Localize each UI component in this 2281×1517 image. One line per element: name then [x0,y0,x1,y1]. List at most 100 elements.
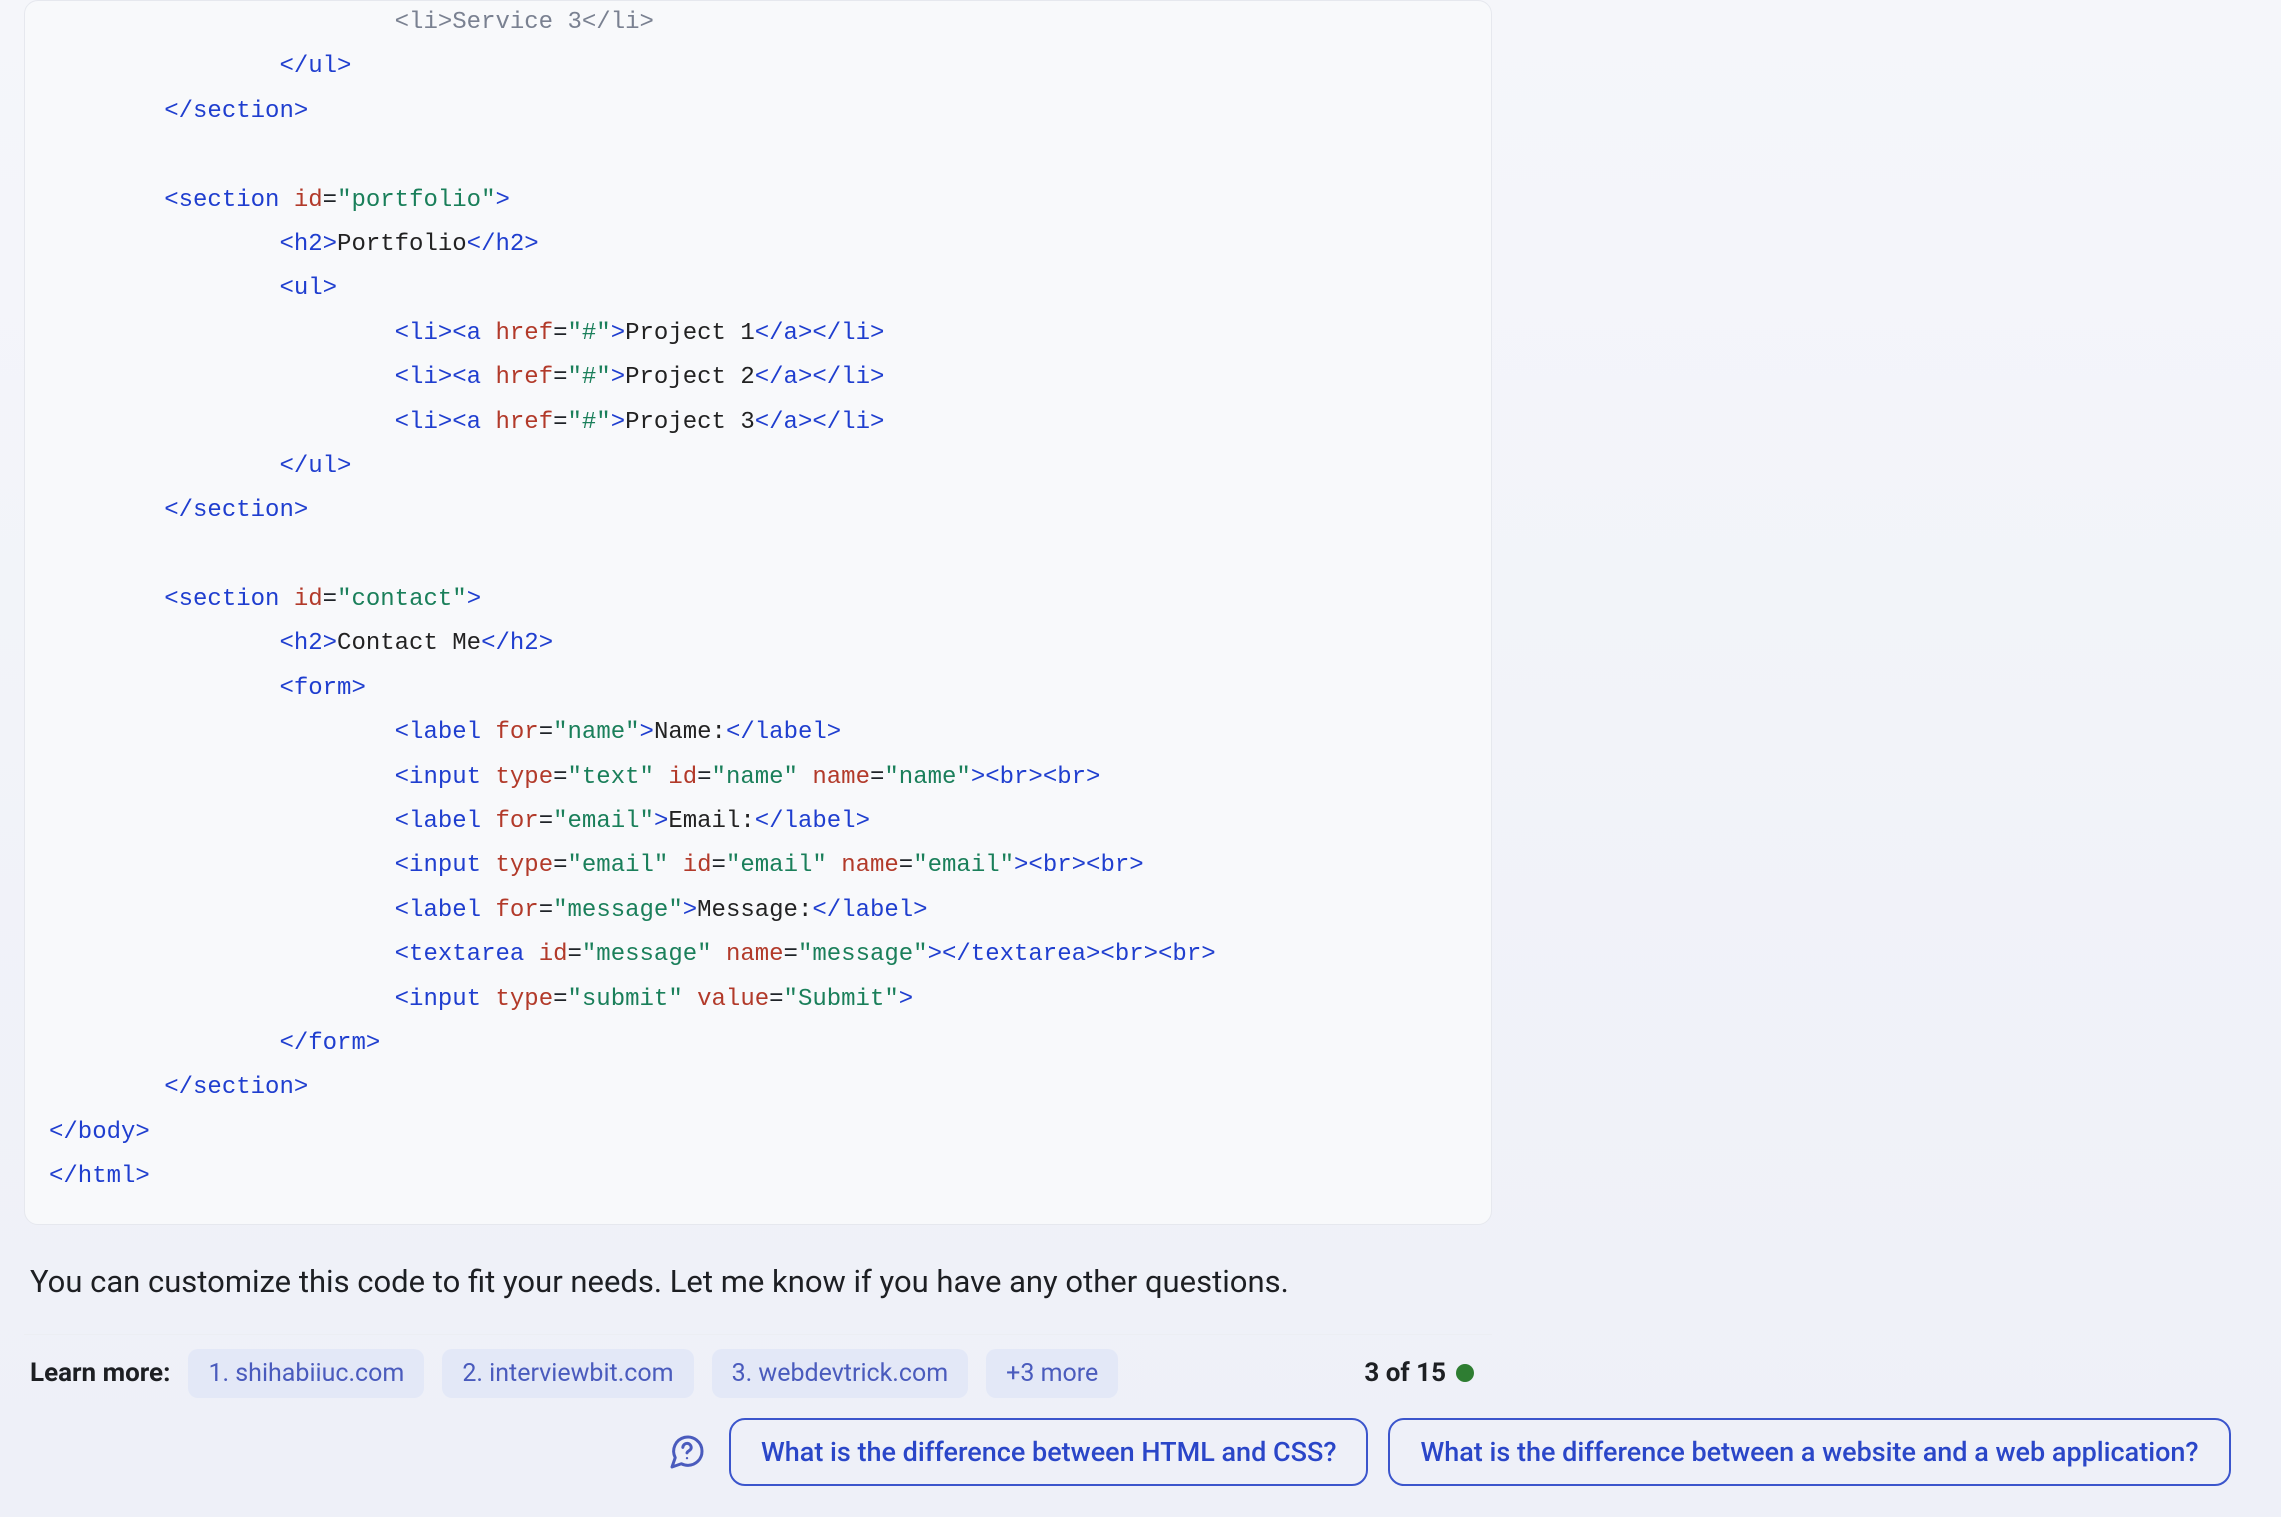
code-token-tag: </h2> [467,231,539,258]
code-token-tag: > [611,409,625,436]
code-token-eq: = [553,986,567,1013]
code-token-tag: <input [49,852,495,879]
suggestion-row: What is the difference between HTML and … [665,1418,2231,1486]
code-token-attr: href [495,364,553,391]
code-token-attr: type [495,986,553,1013]
code-token-tag: > [496,187,510,214]
code-token-eq: = [553,764,567,791]
code-token-eq: = [553,852,567,879]
code-line: </ul> [49,53,351,80]
code-token-eq: = [697,764,711,791]
code-token-tag: <label [49,897,495,924]
code-line: </body> [49,1119,150,1146]
code-token-tag: </label> [755,808,870,835]
code-token-string: "Submit" [784,986,899,1013]
code-token-string: "name" [553,719,639,746]
code-token-tag: > [611,320,625,347]
code-token-string: "submit" [568,986,683,1013]
code-token-tag: </a></li> [755,364,885,391]
code-token-eq: = [553,320,567,347]
code-token-tag: > [899,986,913,1013]
code-token-text: Message: [697,897,812,924]
code-token-attr: type [495,764,553,791]
code-token-string: "name" [712,764,798,791]
code-line: <ul> [49,275,337,302]
code-token-tag: <input [49,986,495,1013]
code-token-eq: = [568,941,582,968]
code-token-attr: id [294,586,323,613]
code-token-eq: = [899,852,913,879]
code-token-string: "#" [568,320,611,347]
code-token-attr: id [539,941,568,968]
assistant-message-text: You can customize this code to fit your … [30,1263,1486,1300]
code-token-text: Project 3 [625,409,755,436]
code-line: </html> [49,1163,150,1190]
code-token-tag: > [611,364,625,391]
code-token-string: "#" [568,364,611,391]
code-line: </form> [49,1030,380,1057]
code-token-tag: > [654,808,668,835]
code-line: </section> [49,1074,308,1101]
code-token-attr: value [697,986,769,1013]
code-token-string: "portfolio" [337,187,495,214]
code-token-attr: name [812,764,870,791]
learn-more-row: Learn more: 1. shihabiiuc.com 2. intervi… [24,1334,1492,1412]
code-token-tag: </label> [812,897,927,924]
code-token-tag: </textarea><br><br> [942,941,1216,968]
code-token-eq: = [539,808,553,835]
code-token-string: "email" [568,852,669,879]
code-token-tag: </a></li> [755,320,885,347]
code-token-string: "email" [553,808,654,835]
code-line: <form> [49,675,366,702]
code-token-tag: <section [49,586,294,613]
code-token-eq: = [539,897,553,924]
code-token-tag: <h2> [49,630,337,657]
code-token-eq: = [553,409,567,436]
suggestion-chip[interactable]: What is the difference between a website… [1388,1418,2230,1486]
code-token-tag: > [467,586,481,613]
code-content: <li>Service 3</li> </ul> </section> <sec… [49,1,1467,1200]
code-token-string: "message" [582,941,712,968]
code-token-eq: = [870,764,884,791]
source-chip[interactable]: 3. webdevtrick.com [712,1349,969,1398]
code-token-tag: ><br><br> [1014,852,1144,879]
code-token-tag: <h2> [49,231,337,258]
status-dot-icon [1456,1364,1474,1382]
code-token-text: Email: [668,808,754,835]
code-token-tag: </h2> [481,630,553,657]
code-token-attr: for [495,897,538,924]
code-token-attr: name [841,852,899,879]
code-token-attr: id [668,764,697,791]
help-icon[interactable] [665,1430,709,1474]
code-token-tag: > [928,941,942,968]
code-token-attr: href [495,409,553,436]
code-token-text: Project 2 [625,364,755,391]
code-token-tag: </label> [726,719,841,746]
code-token-attr: name [726,941,784,968]
code-block: <li>Service 3</li> </ul> </section> <sec… [24,0,1492,1225]
source-chip[interactable]: 2. interviewbit.com [442,1349,693,1398]
code-token-text: Contact Me [337,630,481,657]
code-token-text: Name: [654,719,726,746]
code-token-eq: = [323,187,337,214]
source-chip-more[interactable]: +3 more [986,1349,1118,1398]
code-token-string: "name" [884,764,970,791]
code-token-eq: = [784,941,798,968]
code-token-tag: <li><a [49,364,495,391]
code-token-eq: = [323,586,337,613]
code-token-text: Portfolio [337,231,467,258]
code-token-attr: type [495,852,553,879]
code-token-tag: > [640,719,654,746]
suggestion-chip[interactable]: What is the difference between HTML and … [729,1418,1368,1486]
code-token-tag: <label [49,808,495,835]
source-chip[interactable]: 1. shihabiiuc.com [188,1349,424,1398]
code-token-string: "email" [913,852,1014,879]
code-line: </section> [49,497,308,524]
code-token-string: "message" [798,941,928,968]
code-token-attr: id [683,852,712,879]
code-token-tag: <li><a [49,320,495,347]
code-token-tag: ><br><br> [971,764,1101,791]
code-line-faded: <li>Service 3</li> [49,9,654,36]
code-token-eq: = [769,986,783,1013]
response-counter[interactable]: 3 of 15 [1364,1358,1474,1388]
